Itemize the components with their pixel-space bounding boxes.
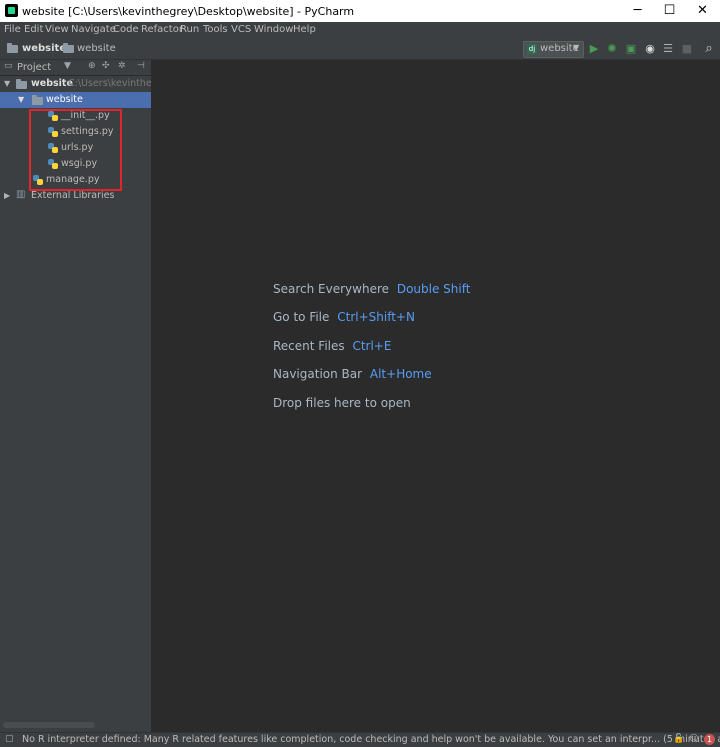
hint-search-everywhere: Search Everywhere Double Shift (273, 282, 470, 296)
project-view-label[interactable]: Project (17, 62, 51, 73)
hint-shortcut: Ctrl+Shift+N (337, 310, 415, 324)
menu-refactor[interactable]: Refactor (141, 24, 183, 35)
close-button[interactable]: ✕ (686, 0, 719, 22)
breadcrumb-folder[interactable]: website (77, 43, 116, 54)
highlight-annotation (29, 109, 122, 191)
menu-window[interactable]: Window (254, 24, 293, 35)
editor-area[interactable] (151, 60, 720, 732)
menu-run[interactable]: Run (180, 24, 199, 35)
hint-action: Search Everywhere (273, 282, 389, 296)
hint-shortcut: Double Shift (396, 282, 471, 296)
menu-navigate[interactable]: Navigate (71, 24, 116, 35)
locate-icon[interactable]: ⊕ (88, 61, 96, 71)
minimize-button[interactable]: ─ (621, 0, 654, 22)
search-icon[interactable]: ⌕ (702, 42, 716, 56)
run-configuration-selector[interactable]: dj website ▼ (523, 41, 584, 58)
breadcrumb-project[interactable]: website (22, 43, 66, 54)
hint-go-to-file: Go to File Ctrl+Shift+N (273, 310, 415, 324)
hint-action: Navigation Bar (273, 367, 363, 381)
project-view-icon: ▭ (4, 61, 13, 71)
hint-navigation-bar: Navigation Bar Alt+Home (273, 367, 432, 381)
menu-vcs[interactable]: VCS (231, 24, 251, 35)
notification-badge[interactable]: 1 (704, 734, 715, 745)
inspector-icon[interactable]: ☺ (689, 734, 698, 744)
hint-shortcut: Ctrl+E (352, 339, 392, 353)
menu-file[interactable]: File (4, 24, 21, 35)
window-title: website [C:\Users\kevinthegrey\Desktop\w… (22, 5, 355, 18)
folder-label: website (46, 94, 83, 105)
maximize-button[interactable]: ☐ (653, 0, 686, 22)
project-header: ▭ Project ▼ ⊕ ✣ ✲ ⊣ (0, 60, 151, 76)
external-libraries-label: External Libraries (31, 190, 115, 201)
coverage-icon[interactable]: ▣ (624, 42, 638, 56)
tool-windows-icon[interactable]: ▢ (5, 734, 14, 744)
stop-icon[interactable]: ■ (680, 42, 694, 56)
menu-view[interactable]: View (45, 24, 69, 35)
hint-drop-files: Drop files here to open (273, 396, 411, 410)
root-path: C:\Users\kevinthegr (68, 78, 162, 89)
lock-icon[interactable]: 🔓 (673, 734, 684, 744)
profile-icon[interactable]: ◉ (643, 42, 657, 56)
hide-icon[interactable]: ⊣ (137, 61, 145, 71)
hint-action: Go to File (273, 310, 330, 324)
chevron-down-icon: ▼ (573, 43, 580, 52)
library-icon: ▥ (16, 189, 26, 200)
menu-help[interactable]: Help (293, 24, 316, 35)
collapse-icon[interactable]: ✣ (102, 61, 110, 71)
status-bar: ▢ No R interpreter defined: Many R relat… (0, 732, 720, 747)
debug-icon[interactable]: ✺ (605, 42, 619, 56)
build-icon[interactable]: ☰ (661, 42, 675, 56)
horizontal-scrollbar[interactable] (3, 722, 95, 728)
menu-bar: File Edit View Navigate Code Refactor Ru… (0, 22, 720, 38)
run-icon[interactable]: ▶ (587, 42, 601, 56)
hint-shortcut: Alt+Home (369, 367, 432, 381)
hint-recent-files: Recent Files Ctrl+E (273, 339, 391, 353)
title-bar: website [C:\Users\kevinthegrey\Desktop\w… (0, 0, 720, 22)
collapsed-triangle-icon[interactable]: ▶ (4, 191, 10, 200)
expand-triangle-icon[interactable]: ▼ (18, 95, 24, 104)
django-icon: dj (527, 44, 537, 54)
tree-folder-website[interactable]: ▼ website (0, 92, 151, 108)
menu-edit[interactable]: Edit (24, 24, 43, 35)
pycharm-logo-icon (5, 4, 18, 17)
root-label: website (31, 78, 73, 89)
hint-action: Drop files here to open (273, 396, 411, 410)
chevron-down-icon[interactable]: ▼ (64, 61, 71, 71)
menu-code[interactable]: Code (113, 24, 139, 35)
expand-triangle-icon[interactable]: ▼ (4, 79, 10, 88)
folder-icon (7, 43, 18, 53)
menu-tools[interactable]: Tools (203, 24, 228, 35)
tree-root-website[interactable]: ▼ website C:\Users\kevinthegr (0, 76, 162, 92)
folder-icon (63, 43, 74, 53)
status-message[interactable]: No R interpreter defined: Many R related… (22, 734, 720, 745)
folder-icon (32, 95, 43, 105)
folder-icon (16, 79, 27, 89)
hint-action: Recent Files (273, 339, 345, 353)
gear-icon[interactable]: ✲ (118, 61, 126, 71)
